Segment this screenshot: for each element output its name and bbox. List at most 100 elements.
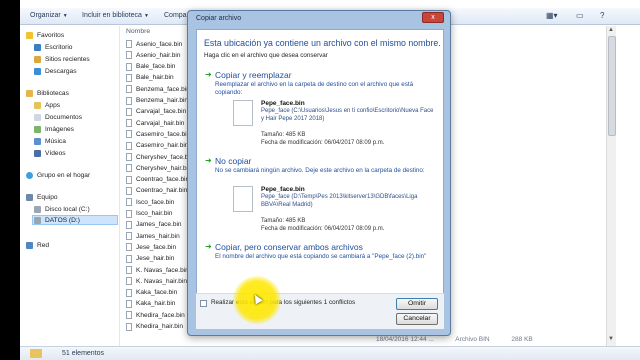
file-row[interactable]: Casemiro_face.bin [126,129,190,139]
replace-file-size: Tamaño: 485 KB [261,132,306,138]
nav-videos[interactable]: Vídeos [34,148,66,158]
include-library-button[interactable]: Incluir en biblioteca ▼ [82,12,149,19]
file-icon [126,198,132,207]
cancel-button[interactable]: Cancelar [396,313,438,325]
file-icon [126,85,132,94]
file-row[interactable]: Kaka_hair.bin [126,299,175,309]
nav-images-label: Imágenes [45,125,74,133]
nav-images[interactable]: Imágenes [34,124,74,134]
nav-drive-d[interactable]: DATOS (D:) [32,215,118,225]
replace-file-path: Pepe_face (C:\Usuarios\Jesus en ti confi… [261,108,434,122]
preview-pane-icon[interactable]: ▭ [576,11,584,20]
replace-file-date: Fecha de modificación: 06/04/2017 08:09 … [261,140,385,146]
file-name: Asenio_hair.bin [136,51,181,59]
nav-documents[interactable]: Documentos [34,112,82,122]
file-row[interactable]: Carvajal_face.bin [126,107,186,117]
nav-music[interactable]: Música [34,136,66,146]
replace-title: Copiar y reemplazar [215,70,292,80]
nav-desktop[interactable]: Escritorio [34,42,72,52]
file-icon [126,153,132,161]
file-row[interactable]: Khedira_face.bin [126,310,185,320]
videos-icon [34,149,41,157]
nav-recent-label: Sitios recientes [45,55,90,63]
file-row[interactable]: Asenio_face.bin [126,39,182,49]
file-name: Cheryshev_hair.bin [136,164,192,172]
name-column-header[interactable]: Nombre [126,28,150,35]
file-row[interactable]: Bale_face.bin [126,62,175,72]
desktop-icon [34,43,41,51]
file-row[interactable]: Jese_face.bin [126,242,176,252]
file-name: Khedira_hair.bin [136,323,183,330]
file-icon [126,175,132,184]
share-button[interactable]: Compa [164,12,187,19]
file-row[interactable]: Kaka_face.bin [126,288,177,298]
nav-computer[interactable]: Equipo [26,192,58,202]
nav-libraries[interactable]: Bibliotecas [26,88,69,98]
computer-icon [26,193,33,201]
nav-drive-c[interactable]: Disco local (C:) [34,204,90,214]
file-row[interactable]: Benzema_hair.bin [126,96,188,106]
organize-button[interactable]: Organizar ▼ [30,12,68,19]
copy-file-dialog: Copiar archivo x Esta ubicación ya conti… [187,10,451,336]
nav-network-label: Red [37,241,50,249]
view-options-icon[interactable]: ▦▾ [546,11,558,20]
file-row[interactable]: Benzema_face.bin [126,84,190,94]
include-library-label: Incluir en biblioteca [82,12,142,19]
file-icon [126,220,132,229]
file-row[interactable]: Cheryshev_hair.bin [126,163,192,173]
nav-homegroup-label: Grupo en el hogar [37,171,91,179]
downloads-icon [34,67,41,75]
organize-label: Organizar [30,12,61,19]
nav-downloads[interactable]: Descargas [34,66,77,76]
close-button[interactable]: x [422,12,444,23]
keep-file-path: Pepe_face (D:\Temp\Pes 2013\kitserver13\… [261,194,418,208]
file-icon [126,96,132,105]
file-row[interactable]: Coentrao_face.bin [126,175,189,185]
file-row[interactable]: K. Navas_hair.bin [126,276,187,286]
file-row[interactable]: Isco_face.bin [126,197,174,207]
keep-both-option[interactable]: ➜ Copiar, pero conservar ambos archivos … [205,242,437,276]
vertical-scrollbar[interactable]: ▲ ▼ [606,26,616,346]
file-row[interactable]: K. Navas_face.bin [126,265,189,275]
file-name: James_hair.bin [136,232,180,240]
file-row[interactable]: Coentrao_hair.bin [126,186,187,196]
file-name: Isco_hair.bin [136,210,173,217]
scroll-down-icon[interactable]: ▼ [608,336,614,342]
nav-homegroup[interactable]: Grupo en el hogar [26,170,90,180]
help-icon[interactable]: ? [600,11,604,20]
file-size: 288 KB [511,336,533,343]
hard-drive-icon [34,205,41,213]
scrollbar-thumb[interactable] [608,36,616,136]
file-row[interactable]: Carvajal_hair.bin [126,118,184,128]
left-black-strip [0,0,20,360]
file-icon [126,141,132,150]
file-icon [126,266,132,274]
file-row[interactable]: James_face.bin [126,220,182,230]
file-row[interactable]: Jese_hair.bin [126,254,174,264]
nav-apps[interactable]: Apps [34,100,60,110]
status-bar: 51 elementos [20,346,640,360]
file-row[interactable]: Khedira_hair.bin [126,322,183,332]
file-row[interactable]: Asenio_hair.bin [126,50,180,60]
file-row[interactable]: Isco_hair.bin [126,209,173,219]
skip-button[interactable]: Omitir [396,298,438,310]
file-icon [126,299,132,308]
nav-recent[interactable]: Sitios recientes [34,54,90,64]
file-row[interactable]: Cheryshev_face.bin [126,152,193,162]
nav-network[interactable]: Red [26,240,49,250]
file-row[interactable]: James_hair.bin [126,231,180,241]
folder-icon [34,101,41,109]
dialog-instruction: Haga clic en el archivo que desea conser… [204,52,328,59]
file-name: James_face.bin [136,221,182,229]
file-name: Jese_hair.bin [136,255,175,263]
file-row[interactable]: Casemiro_hair.bin [126,141,188,151]
hard-drive-icon [34,216,41,224]
file-name: Carvajal_face.bin [136,108,187,116]
dont-copy-option[interactable]: ➜ No copiar No se cambiará ningún archiv… [205,156,437,256]
replace-description: Reemplazar el archivo en la carpeta de d… [215,81,414,96]
scroll-up-icon[interactable]: ▲ [608,27,614,33]
file-row[interactable]: Bale_hair.bin [126,73,174,83]
nav-favorites[interactable]: Favoritos [26,30,64,40]
apply-all-checkbox[interactable] [200,300,207,307]
file-name: Isco_face.bin [136,198,175,206]
